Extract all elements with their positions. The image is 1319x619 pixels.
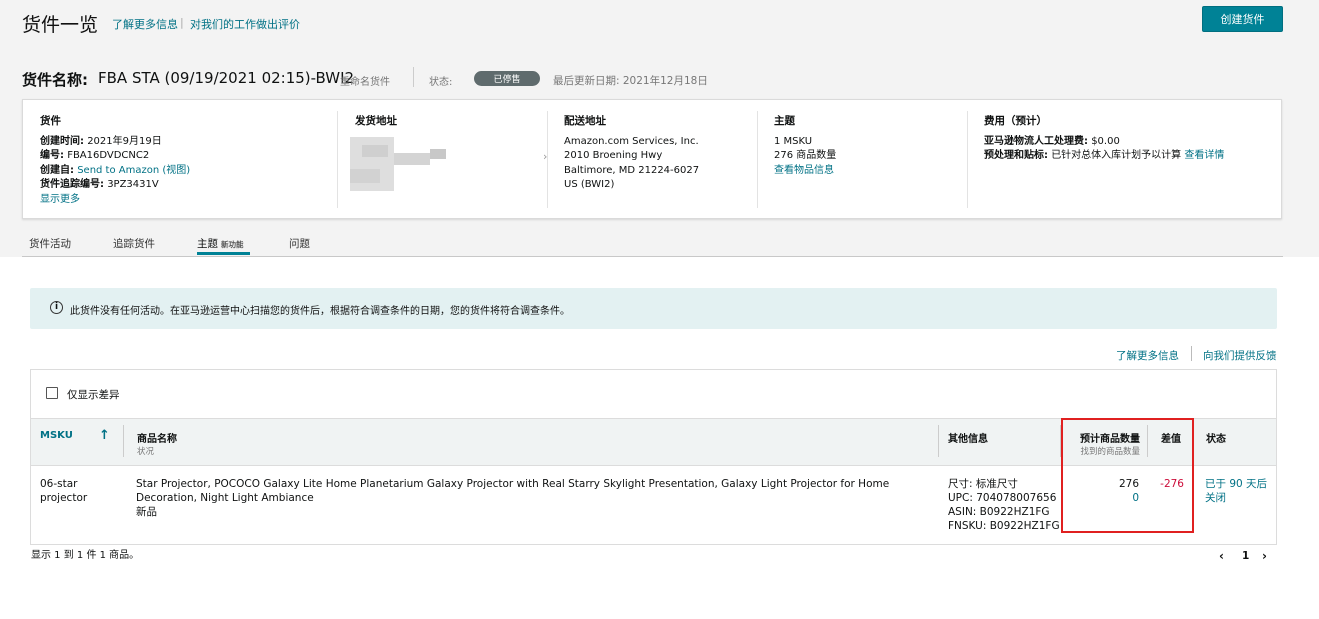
status-link[interactable]: 已于 90 天后: [1205, 477, 1267, 491]
ship-from-column: 发货地址: [355, 114, 397, 135]
msku-line: 06-star: [40, 478, 78, 490]
unit-count: 276 商品数量: [774, 150, 837, 161]
chevron-left-icon[interactable]: ‹: [1219, 549, 1224, 563]
field-label: 预处理和贴标:: [984, 150, 1048, 161]
tab-label: 主题: [197, 238, 218, 250]
column-heading: 货件: [40, 115, 61, 127]
tab-shipment-events[interactable]: 货件活动: [29, 236, 71, 251]
column-header-status: 状态: [1206, 434, 1226, 445]
msku-line: projector: [40, 492, 88, 504]
column-header-msku[interactable]: MSKU: [40, 430, 73, 441]
alert-message: 此货件没有任何活动。在亚马逊运营中心扫描您的货件后，根据符合调查条件的日期，您的…: [70, 306, 570, 317]
tab-problems[interactable]: 问题: [289, 236, 310, 251]
address-line: Baltimore, MD 21224-6027: [564, 164, 700, 176]
tab-contents[interactable]: 主题 新功能: [197, 236, 244, 251]
status-badge: 已停售: [474, 71, 540, 86]
address-line: Amazon.com Services, Inc.: [564, 135, 699, 147]
learn-more-link[interactable]: 了解更多信息: [112, 16, 178, 32]
redacted-address: [350, 135, 446, 193]
contents-column: 主题 1 MSKU 276 商品数量 查看物品信息: [774, 114, 836, 178]
show-more-link[interactable]: 显示更多: [40, 194, 80, 205]
info-cell: 尺寸: 标准尺寸 UPC: 704078007656 ASIN: B0922HZ…: [948, 477, 1060, 533]
view-link[interactable]: (视图): [162, 165, 190, 176]
page-title: 货件一览: [22, 14, 99, 36]
chevron-right-icon[interactable]: ›: [1262, 549, 1267, 563]
new-feature-badge: 新功能: [221, 240, 244, 249]
size-tier: 尺寸: 标准尺寸: [948, 478, 1018, 490]
active-tab-indicator: [197, 252, 250, 255]
asin: ASIN: B0922HZ1FG: [948, 506, 1050, 518]
column-heading: 费用（预计）: [984, 115, 1047, 127]
field-label: 货件追踪编号:: [40, 179, 104, 190]
column-header-info: 其他信息: [948, 434, 988, 445]
current-page[interactable]: 1: [1242, 550, 1249, 562]
show-discrepancies-label[interactable]: 仅显示差异: [67, 387, 120, 402]
product-condition: 新品: [136, 506, 157, 518]
shipment-info-column: 货件 创建时间: 2021年9月19日 编号: FBA16DVDCNC2 创建自…: [40, 114, 190, 207]
column-divider: [938, 425, 939, 457]
column-heading: 配送地址: [564, 115, 606, 127]
last-updated-date: 最后更新日期: 2021年12月18日: [553, 75, 708, 87]
link-separator: |: [180, 16, 184, 29]
rate-our-work-link[interactable]: 对我们的工作做出评价: [190, 16, 300, 32]
column-divider: [967, 111, 968, 208]
column-divider: [757, 111, 758, 208]
learn-more-link[interactable]: 了解更多信息: [1116, 348, 1179, 363]
prep-fee: 已针对总体入库计划予以计算: [1051, 150, 1182, 161]
rename-shipment-link[interactable]: 重命名货件: [340, 73, 390, 88]
status-cell: 已于 90 天后 关闭: [1205, 477, 1267, 505]
column-divider: [547, 111, 548, 208]
msku-count: 1 MSKU: [774, 135, 813, 147]
msku-cell: 06-star projector: [40, 477, 87, 505]
field-label: 创建时间:: [40, 135, 84, 147]
shipment-name-label: 货件名称:: [22, 71, 88, 89]
column-heading: 发货地址: [355, 115, 397, 127]
tracking-number: 3PZ3431V: [107, 179, 159, 190]
created-date: 2021年9月19日: [87, 135, 162, 147]
product-title: Star Projector, POCOCO Galaxy Lite Home …: [136, 478, 890, 504]
divider: [413, 67, 414, 87]
tab-track-shipment[interactable]: 追踪货件: [113, 236, 155, 251]
column-divider: [123, 425, 124, 457]
fnsku: FNSKU: B0922HZ1FG: [948, 520, 1060, 532]
tabs-divider: [22, 256, 1283, 257]
address-line: 2010 Broening Hwy: [564, 150, 663, 161]
upc: UPC: 704078007656: [948, 492, 1057, 504]
provide-feedback-link[interactable]: 向我们提供反馈: [1203, 348, 1277, 363]
view-details-link[interactable]: 查看详情: [1184, 150, 1224, 161]
column-divider: [337, 111, 338, 208]
info-icon: i: [50, 301, 63, 314]
highlight-box: [1061, 418, 1194, 533]
product-cell: Star Projector, POCOCO Galaxy Lite Home …: [136, 477, 932, 519]
column-heading: 主题: [774, 115, 795, 127]
ship-to-column: 配送地址 Amazon.com Services, Inc. 2010 Broe…: [564, 114, 699, 193]
address-line: US (BWI2): [564, 179, 615, 190]
field-label: 创建自:: [40, 164, 74, 176]
shipment-id: FBA16DVDCNC2: [67, 150, 150, 161]
fees-column: 费用（预计） 亚马逊物流人工处理费: $0.00 预处理和贴标: 已针对总体入库…: [984, 114, 1224, 164]
column-header-product: 商品名称 状况: [137, 430, 177, 457]
field-label: 编号:: [40, 150, 64, 161]
header-label: 商品名称: [137, 434, 177, 445]
status-label: 状态:: [429, 77, 453, 88]
show-discrepancies-checkbox[interactable]: [46, 387, 58, 399]
arrow-up-icon[interactable]: ↑: [99, 428, 110, 443]
results-count: 显示 1 到 1 件 1 商品。: [31, 550, 140, 561]
header-sublabel: 状况: [137, 447, 155, 457]
divider: [1191, 346, 1192, 361]
shipment-name: FBA STA (09/19/2021 02:15)-BWI2: [98, 69, 355, 87]
field-label: 亚马逊物流人工处理费:: [984, 135, 1088, 147]
status-link[interactable]: 关闭: [1205, 491, 1267, 505]
view-items-link[interactable]: 查看物品信息: [774, 165, 834, 176]
create-shipment-button[interactable]: 创建货件: [1202, 6, 1283, 32]
labor-fee: $0.00: [1091, 135, 1120, 147]
created-from-link[interactable]: Send to Amazon: [77, 165, 159, 176]
